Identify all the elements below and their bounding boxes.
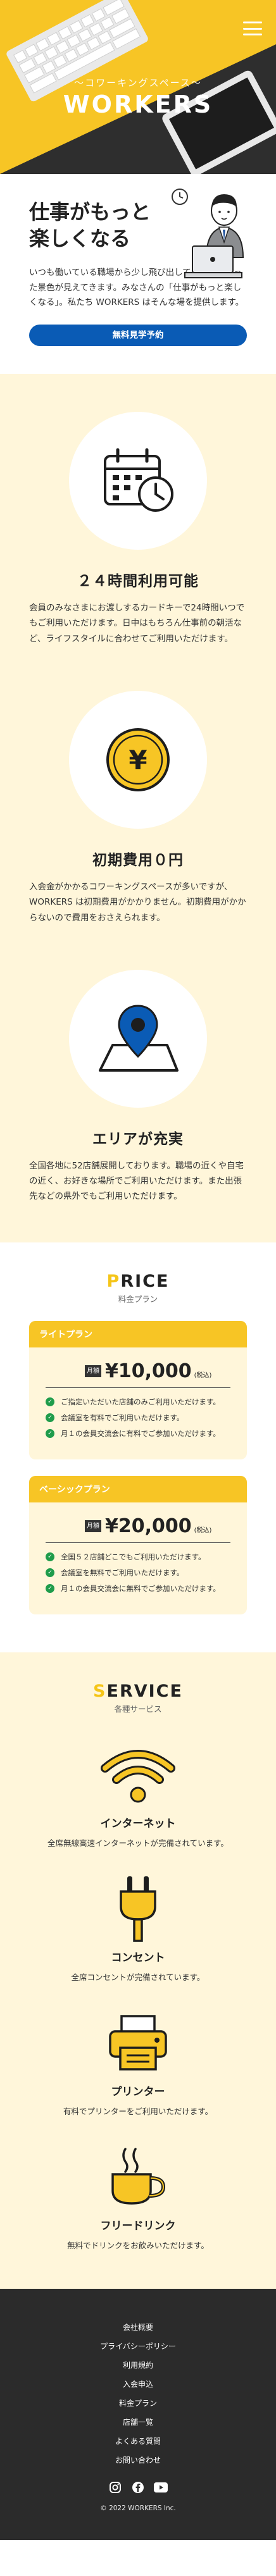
- feature-text: 全国各地に52店舗展開しております。職場の近くや自宅の近く、お好きな場所でご利用…: [29, 1160, 244, 1202]
- facebook-icon[interactable]: [131, 2480, 145, 2494]
- price-tax-note: (税込): [194, 1372, 212, 1379]
- section-title: PRICE: [106, 1271, 170, 1291]
- social-links: [0, 2480, 276, 2494]
- footer-link-stores[interactable]: 店舗一覧: [0, 2417, 276, 2427]
- menu-button[interactable]: [243, 22, 262, 35]
- list-item: ✓ 月１の会員交流会に無料でご参加いただけます。: [46, 1583, 230, 1594]
- feature-icon-circle: [69, 412, 207, 550]
- plan-card-basic: ベーシックプラン 月額 ¥20,000 (税込) ✓ 全国５２店舗どこでもご利用い…: [29, 1475, 247, 1614]
- worker-illustration: [172, 189, 244, 278]
- printer-icon: [109, 2014, 167, 2071]
- service-text: 全席無線高速インターネットが完備されています。: [47, 1838, 229, 1848]
- plan-price: 月額 ¥20,000 (税込): [46, 1515, 230, 1543]
- plan-features: ✓ 全国５２店舗どこでもご利用いただけます。 ✓ 会議室を無料でご利用いただけます。…: [46, 1552, 230, 1594]
- price-period-tag: 月額: [85, 1365, 101, 1377]
- footer-link-company[interactable]: 会社概要: [0, 2322, 276, 2332]
- check-icon: ✓: [46, 1552, 54, 1561]
- check-icon: ✓: [46, 1568, 54, 1577]
- check-icon: ✓: [46, 1583, 54, 1593]
- check-icon: ✓: [46, 1397, 54, 1406]
- check-icon: ✓: [46, 1413, 54, 1422]
- feature-area: エリアが充実 全国各地に52店舗展開しております。職場の近くや自宅の近く、お好き…: [29, 969, 247, 1204]
- section-subtitle: 各種サービス: [114, 1704, 162, 1714]
- plan-price: 月額 ¥10,000 (税込): [46, 1360, 230, 1388]
- footer-link-terms[interactable]: 利用規約: [0, 2360, 276, 2370]
- service-text: 有料でプリンターをご利用いただけます。: [63, 2106, 213, 2116]
- hamburger-menu-icon: [243, 22, 262, 23]
- service-title: インターネット: [100, 1817, 176, 1830]
- plan-features: ✓ ご指定いただいた店舗のみご利用いただけます。 ✓ 会議室を有料でご利用いただけま…: [46, 1397, 230, 1439]
- footer-nav: 会社概要 プライバシーポリシー 利用規約 入会申込 料金プラン 店舗一覧 よくあ…: [0, 2322, 276, 2465]
- service-drink: フリードリンク 無料でドリンクをお飲みいただけます。: [29, 2142, 247, 2251]
- feature-icon-circle: [69, 969, 207, 1108]
- service-internet: インターネット 全席無線高速インターネットが完備されています。: [29, 1740, 247, 1848]
- feature-title: エリアが充実: [92, 1130, 184, 1148]
- feature-icon-circle: ¥: [69, 690, 207, 829]
- svg-text:¥: ¥: [129, 745, 147, 776]
- feature-text: 入会金がかかるコワーキングスペースが多いですが、WORKERS は初期費用がかか…: [29, 881, 246, 923]
- footer-link-apply[interactable]: 入会申込: [0, 2379, 276, 2389]
- hero-content: 〜コワーキングスペース〜 WORKERS: [0, 76, 276, 118]
- youtube-icon[interactable]: [154, 2480, 168, 2494]
- price-section: PRICE 料金プラン ライトプラン 月額 ¥10,000 (税込) ✓ ご指定い…: [0, 1242, 276, 1652]
- service-text: 無料でドリンクをお飲みいただけます。: [67, 2240, 209, 2250]
- site-footer: 会社概要 プライバシーポリシー 利用規約 入会申込 料金プラン 店舗一覧 よくあ…: [0, 2288, 276, 2540]
- footer-link-contact[interactable]: お問い合わせ: [0, 2455, 276, 2465]
- wifi-icon: [101, 1749, 175, 1803]
- hero-subtitle: 〜コワーキングスペース〜: [74, 77, 202, 89]
- footer-link-privacy[interactable]: プライバシーポリシー: [0, 2341, 276, 2351]
- free-tour-reservation-button[interactable]: 無料見学予約: [29, 325, 247, 347]
- price-tax-note: (税込): [194, 1526, 212, 1534]
- yen-coin-icon: ¥: [106, 728, 170, 791]
- price-amount: ¥20,000: [105, 1514, 192, 1537]
- calendar-clock-icon: [104, 448, 173, 512]
- features-section: ２４時間利用可能 会員のみなさまにお渡しするカードキーで24時間いつでもご利用い…: [0, 374, 276, 1242]
- coffee-cup-icon: [111, 2147, 166, 2205]
- section-title: SERVICE: [93, 1681, 183, 1701]
- check-icon: ✓: [46, 1428, 54, 1438]
- feature-title: ２４時間利用可能: [77, 573, 199, 590]
- feature-initial-cost: ¥ 初期費用０円 入会金がかかるコワーキングスペースが多いですが、WORKERS…: [29, 690, 247, 926]
- list-item: ✓ 会議室を無料でご利用いただけます。: [46, 1568, 230, 1578]
- list-item: ✓ 全国５２店舗どこでもご利用いただけます。: [46, 1552, 230, 1562]
- price-period-tag: 月額: [85, 1520, 101, 1532]
- intro-section: 仕事がもっと 楽しくなる いつも働いている職場から少し飛び出してみると、違った景…: [0, 174, 276, 375]
- power-plug-icon: [120, 1876, 156, 1942]
- site-logo[interactable]: WORKERS: [0, 90, 276, 118]
- section-subtitle: 料金プラン: [118, 1294, 158, 1304]
- service-outlet: コンセント 全席コンセントが完備されています。: [29, 1874, 247, 1983]
- list-item: ✓ ご指定いただいた店舗のみご利用いただけます。: [46, 1397, 230, 1407]
- service-heading: SERVICE 各種サービス: [29, 1681, 247, 1714]
- map-pin-icon: [99, 1005, 179, 1072]
- list-item: ✓ 月１の会員交流会に有料でご参加いただけます。: [46, 1428, 230, 1439]
- plan-name: ベーシックプラン: [29, 1475, 247, 1502]
- service-printer: プリンター 有料でプリンターをご利用いただけます。: [29, 2008, 247, 2117]
- service-title: フリードリンク: [100, 2219, 176, 2232]
- list-item: ✓ 会議室を有料でご利用いただけます。: [46, 1413, 230, 1423]
- price-heading: PRICE 料金プラン: [29, 1272, 247, 1304]
- service-title: コンセント: [111, 1951, 165, 1964]
- service-title: プリンター: [111, 2085, 165, 2098]
- plan-name: ライトプラン: [29, 1320, 247, 1347]
- service-text: 全席コンセントが完備されています。: [71, 1972, 205, 1982]
- feature-text: 会員のみなさまにお渡しするカードキーで24時間いつでもご利用いただけます。日中は…: [29, 603, 245, 644]
- plan-card-light: ライトプラン 月額 ¥10,000 (税込) ✓ ご指定いただいた店舗のみご利用い…: [29, 1320, 247, 1459]
- service-section: SERVICE 各種サービス インターネット 全席無線高速インターネットが完備さ…: [0, 1652, 276, 2289]
- instagram-icon[interactable]: [108, 2480, 122, 2494]
- hero: 〜コワーキングスペース〜 WORKERS: [0, 0, 276, 174]
- copyright: © 2022 WORKERS Inc.: [100, 2504, 176, 2512]
- price-amount: ¥10,000: [105, 1359, 192, 1382]
- footer-link-faq[interactable]: よくある質問: [0, 2436, 276, 2446]
- feature-24h: ２４時間利用可能 会員のみなさまにお渡しするカードキーで24時間いつでもご利用い…: [29, 412, 247, 647]
- feature-title: 初期費用０円: [92, 851, 184, 869]
- footer-link-pricing[interactable]: 料金プラン: [0, 2398, 276, 2408]
